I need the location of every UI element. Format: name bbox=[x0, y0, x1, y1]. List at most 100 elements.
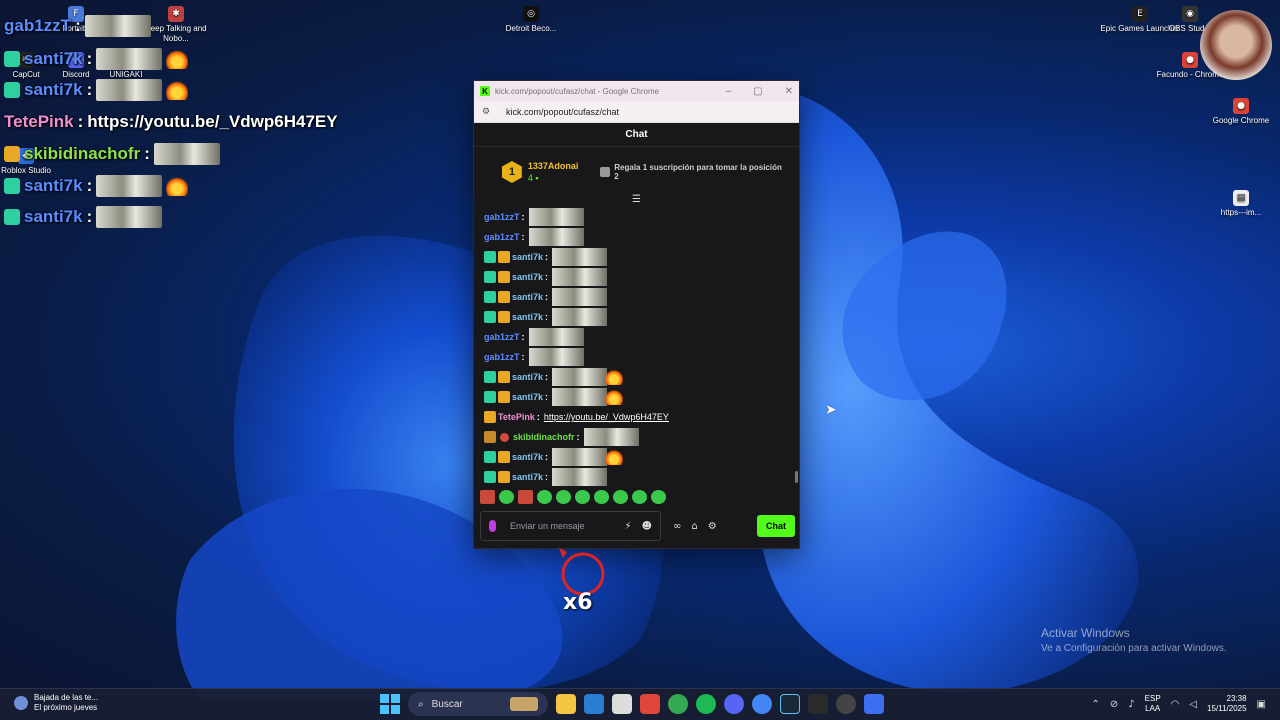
language-indicator[interactable]: ESP LAA bbox=[1145, 694, 1161, 714]
points-icon[interactable]: ∞ bbox=[673, 521, 681, 532]
chrome-taskbar-icon[interactable] bbox=[668, 694, 688, 714]
chat-message: santi7k: bbox=[484, 387, 794, 407]
chat-username[interactable]: santi7k bbox=[512, 392, 543, 402]
subscriber-badge-icon bbox=[484, 271, 496, 283]
fire-emote-icon bbox=[605, 389, 624, 405]
chat-username[interactable]: gab1zzT bbox=[484, 332, 520, 342]
subscriber-badge-icon bbox=[484, 451, 496, 463]
chat-username[interactable]: gab1zzT bbox=[484, 352, 520, 362]
translate-icon[interactable]: ⚡ bbox=[625, 521, 632, 532]
overlay-chat-line: santi7k: bbox=[4, 76, 189, 104]
app-taskbar-icon[interactable] bbox=[864, 694, 884, 714]
emote-button[interactable] bbox=[537, 490, 552, 504]
emote-button[interactable] bbox=[575, 490, 590, 504]
gift-sub-button[interactable]: Regala 1 suscripción para tomar la posic… bbox=[600, 163, 787, 181]
epic-games-taskbar-icon[interactable] bbox=[808, 694, 828, 714]
emote-button[interactable] bbox=[556, 490, 571, 504]
network-off-icon[interactable]: ⊘ bbox=[1110, 699, 1118, 710]
emote-button[interactable] bbox=[632, 490, 647, 504]
subscriber-badge-icon bbox=[4, 209, 20, 225]
overlay-chat-line: santi7k: bbox=[4, 45, 189, 73]
send-chat-button[interactable]: Chat bbox=[757, 515, 795, 537]
chrome-icon: ● bbox=[1182, 52, 1198, 68]
desktop-icon-https-file[interactable]: ▤ https---im... bbox=[1201, 190, 1280, 218]
wps-icon[interactable] bbox=[640, 694, 660, 714]
chrome-profile-icon[interactable] bbox=[752, 694, 772, 714]
chat-message: TetePink: https://youtu.be/_Vdwp6H47EY bbox=[484, 407, 794, 427]
emote-image bbox=[552, 308, 608, 326]
desktop-icon-detroit[interactable]: ◎ Detroit Beco... bbox=[491, 6, 571, 34]
emote-button[interactable] bbox=[480, 490, 495, 504]
chat-message: santi7k: bbox=[484, 367, 794, 387]
emote-button[interactable] bbox=[499, 490, 514, 504]
colon-separator: : bbox=[521, 212, 525, 222]
subscriber-badge-icon bbox=[4, 51, 20, 67]
leader-username[interactable]: 1337Adonai bbox=[528, 160, 579, 172]
notification-icon[interactable]: ▣ bbox=[1257, 699, 1266, 710]
emote-image bbox=[583, 428, 639, 446]
chat-message-input[interactable]: Enviar un mensaje ⚡ ☻ bbox=[480, 511, 661, 541]
chat-username[interactable]: santi7k bbox=[512, 372, 543, 382]
chat-username[interactable]: santi7k bbox=[512, 272, 543, 282]
steam-icon[interactable] bbox=[780, 694, 800, 714]
chat-scrollbar[interactable] bbox=[795, 471, 798, 483]
emote-button[interactable] bbox=[518, 490, 533, 504]
address-bar[interactable]: ⚙ kick.com/popout/cufasz/chat bbox=[474, 101, 799, 123]
colon-separator: : bbox=[545, 272, 549, 282]
emote-image bbox=[552, 288, 608, 306]
taskbar-search[interactable]: ⌕ Buscar bbox=[408, 692, 548, 716]
chat-username[interactable]: gab1zzT bbox=[484, 232, 520, 242]
maximize-icon[interactable]: ▢ bbox=[753, 86, 762, 97]
volume-icon[interactable]: ◁ bbox=[1189, 699, 1197, 710]
emoji-icon[interactable]: ☻ bbox=[642, 521, 652, 532]
emote-button[interactable] bbox=[613, 490, 628, 504]
chat-username[interactable]: skibidinachofr bbox=[513, 432, 575, 442]
chat-username[interactable]: gab1zzT bbox=[484, 212, 520, 222]
chat-username[interactable]: santi7k bbox=[512, 292, 543, 302]
kick-logo-icon: K bbox=[480, 86, 490, 96]
chat-message: gab1zzT: bbox=[484, 327, 794, 347]
site-info-icon[interactable]: ⚙ bbox=[482, 107, 492, 117]
chat-link[interactable]: https://youtu.be/_Vdwp6H47EY bbox=[544, 412, 669, 422]
overlay-chat-line: santi7k: bbox=[4, 172, 189, 200]
chat-message: gab1zzT: bbox=[484, 347, 794, 367]
chat-username[interactable]: TetePink bbox=[498, 412, 535, 422]
microphone-tray-icon[interactable]: ♪ bbox=[1128, 699, 1134, 710]
chevron-up-icon[interactable]: ⌃ bbox=[1091, 699, 1099, 710]
overlay-username: santi7k bbox=[24, 176, 83, 195]
store-app-icon[interactable] bbox=[612, 694, 632, 714]
settings-icon[interactable]: ⚙ bbox=[708, 521, 717, 532]
minimize-icon[interactable]: – bbox=[726, 86, 732, 97]
window-titlebar[interactable]: K kick.com/popout/cufasz/chat - Google C… bbox=[474, 81, 799, 101]
system-clock[interactable]: 23:38 15/11/2025 bbox=[1207, 694, 1246, 714]
desktop-icon-google-chrome[interactable]: ● Google Chrome bbox=[1201, 98, 1280, 126]
chat-username[interactable]: santi7k bbox=[512, 452, 543, 462]
overlay-username: santi7k bbox=[24, 207, 83, 226]
subscriber-badge-icon bbox=[4, 178, 20, 194]
microphone-icon[interactable] bbox=[489, 520, 496, 532]
word-icon[interactable] bbox=[584, 694, 604, 714]
search-icon: ⌕ bbox=[418, 698, 424, 710]
chat-popup-window[interactable]: K kick.com/popout/cufasz/chat - Google C… bbox=[473, 80, 800, 549]
chat-message: gab1zzT: bbox=[484, 227, 794, 247]
spotify-icon[interactable] bbox=[696, 694, 716, 714]
wifi-icon[interactable]: ◠ bbox=[1171, 699, 1180, 710]
file-explorer-icon[interactable] bbox=[556, 694, 576, 714]
emote-button[interactable] bbox=[594, 490, 609, 504]
collapse-chevron-icon[interactable]: ☰ bbox=[632, 194, 642, 205]
chat-username[interactable]: santi7k bbox=[512, 312, 543, 322]
discord-taskbar-icon[interactable] bbox=[724, 694, 744, 714]
windows-start-icon[interactable] bbox=[380, 694, 400, 714]
fire-emote-icon bbox=[605, 369, 624, 385]
overlay-link: https://youtu.be/_Vdwp6H47EY bbox=[87, 112, 338, 131]
emote-button[interactable] bbox=[651, 490, 666, 504]
obs-taskbar-icon[interactable] bbox=[836, 694, 856, 714]
close-icon[interactable]: ✕ bbox=[785, 86, 793, 97]
crown-badge-icon bbox=[498, 471, 510, 483]
chat-username[interactable]: santi7k bbox=[512, 472, 543, 482]
chat-username[interactable]: santi7k bbox=[512, 252, 543, 262]
crown-badge-icon bbox=[498, 371, 510, 383]
store-icon[interactable]: ⌂ bbox=[691, 521, 697, 532]
colon-separator: : bbox=[545, 392, 549, 402]
weather-widget[interactable]: Bajada de las te... El próximo jueves bbox=[14, 693, 98, 713]
